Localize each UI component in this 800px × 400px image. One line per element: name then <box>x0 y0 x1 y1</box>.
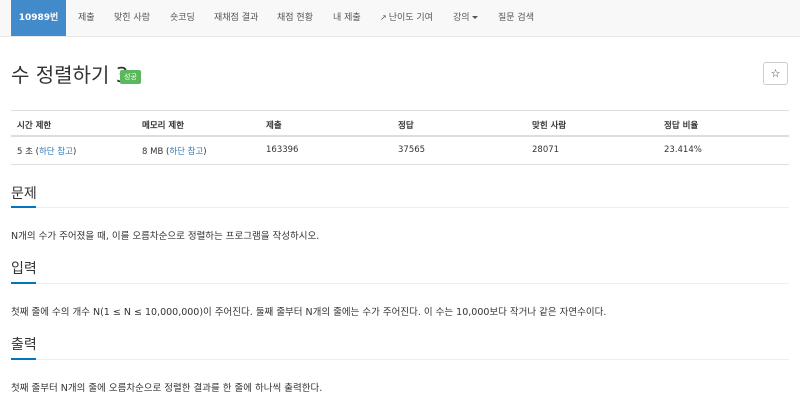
section-divider <box>11 207 789 208</box>
header-memory-limit: 메모리 제한 <box>142 121 185 131</box>
cell-ratio: 23.414% <box>664 145 702 155</box>
nav-submit[interactable]: 제출 <box>78 0 95 36</box>
problem-menu-bar: 10989번 제출 맞힌 사람 숏코딩 재채점 결과 채점 현황 내 제출 ↗ 난… <box>0 0 800 37</box>
cell-solved-users: 28071 <box>532 145 560 155</box>
section-accent <box>11 282 36 284</box>
header-time-limit: 시간 제한 <box>17 121 52 131</box>
problem-description: N개의 수가 주어졌을 때, 이를 오름차순으로 정렬하는 프로그램을 작성하시… <box>11 231 320 242</box>
memory-limit-value: 8 MB <box>142 147 164 157</box>
status-badge: 성공 <box>120 70 141 84</box>
time-limit-value: 5 초 <box>17 147 33 157</box>
nav-judge-status[interactable]: 채점 현황 <box>277 0 313 36</box>
header-submissions: 제출 <box>266 121 282 131</box>
section-divider <box>11 283 789 284</box>
section-title-input: 입력 <box>11 261 37 277</box>
section-title-output: 출력 <box>11 337 37 353</box>
paren-close: ) <box>203 147 207 157</box>
problem-id-tab[interactable]: 10989번 <box>11 0 66 36</box>
output-description: 첫째 줄부터 N개의 줄에 오름차순으로 정렬한 결과를 한 줄에 하나씩 출력… <box>11 383 323 394</box>
nav-difficulty-label: 난이도 기여 <box>388 13 433 23</box>
header-ratio: 정답 비율 <box>664 121 699 131</box>
nav-short-coding[interactable]: 숏코딩 <box>170 0 195 36</box>
nav-my-submissions[interactable]: 내 제출 <box>333 0 361 36</box>
nav-rejudge-results[interactable]: 재채점 결과 <box>214 0 258 36</box>
cell-submissions: 163396 <box>266 145 299 155</box>
nav-question-search[interactable]: 질문 검색 <box>498 0 534 36</box>
caret-down-icon <box>471 16 478 19</box>
paren-close: ) <box>72 147 77 157</box>
nav-difficulty-contribution[interactable]: ↗ 난이도 기여 <box>380 0 433 36</box>
star-button[interactable]: ☆ <box>763 62 788 85</box>
header-solved-users: 맞힌 사람 <box>532 121 567 131</box>
section-title-description: 문제 <box>11 186 37 202</box>
cell-accepted: 37565 <box>398 145 426 155</box>
external-link-icon: ↗ <box>380 13 387 22</box>
star-icon: ☆ <box>770 67 781 80</box>
time-note-link[interactable]: 하단 참고 <box>39 147 73 157</box>
input-description: 첫째 줄에 수의 개수 N(1 ≤ N ≤ 10,000,000)이 주어진다.… <box>11 307 607 318</box>
section-divider <box>11 359 789 360</box>
nav-lectures-dropdown[interactable]: 강의 <box>453 0 478 36</box>
section-accent <box>11 358 36 360</box>
memory-note-link[interactable]: 하단 참고 <box>169 147 203 157</box>
section-accent <box>11 206 36 208</box>
nav-lectures-label: 강의 <box>453 13 470 23</box>
cell-time-limit: 5 초 (하단 참고) <box>17 145 76 157</box>
header-accepted: 정답 <box>398 121 414 131</box>
table-row: 5 초 (하단 참고) 8 MB (하단 참고) 163396 37565 28… <box>11 138 789 165</box>
info-table-header: 시간 제한 메모리 제한 제출 정답 맞힌 사람 정답 비율 <box>11 110 789 137</box>
problem-title: 수 정렬하기 3 <box>11 63 129 87</box>
nav-solved-users[interactable]: 맞힌 사람 <box>114 0 150 36</box>
cell-memory-limit: 8 MB (하단 참고) <box>142 145 207 157</box>
